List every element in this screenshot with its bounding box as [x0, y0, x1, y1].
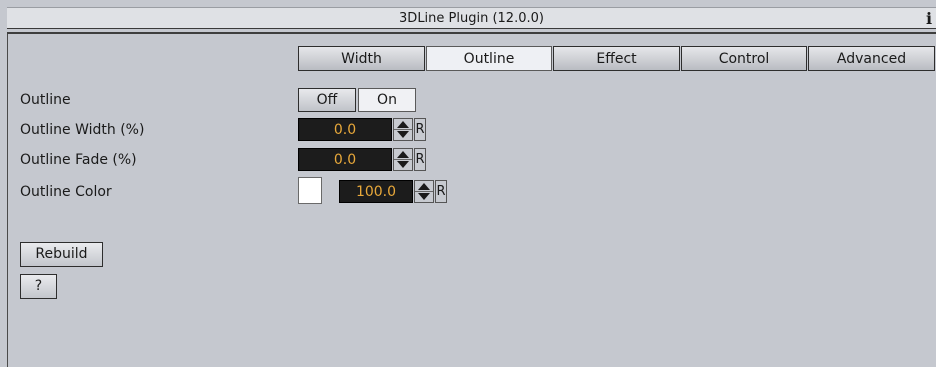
spin-up-icon[interactable]	[397, 121, 409, 128]
tab-effect[interactable]: Effect	[553, 46, 680, 71]
outline-fade-label: Outline Fade (%)	[20, 152, 137, 168]
tab-outline[interactable]: Outline	[426, 46, 552, 71]
plugin-panel: 3DLine Plugin (12.0.0) i Width Outline E…	[0, 0, 936, 367]
outline-color-swatch[interactable]	[298, 177, 322, 204]
outline-color-reset-button[interactable]: R	[435, 180, 447, 203]
outline-label: Outline	[20, 92, 71, 108]
tab-advanced[interactable]: Advanced	[808, 46, 935, 71]
outline-fade-spinner[interactable]	[393, 148, 413, 171]
spin-divider	[394, 159, 412, 160]
outline-fade-field[interactable]: 0.0	[298, 148, 392, 171]
spin-up-icon[interactable]	[418, 183, 430, 190]
spin-down-icon[interactable]	[397, 161, 409, 168]
outline-width-reset-button[interactable]: R	[414, 118, 426, 141]
spin-up-icon[interactable]	[397, 151, 409, 158]
spin-down-icon[interactable]	[397, 131, 409, 138]
outline-width-spinner[interactable]	[393, 118, 413, 141]
outline-width-label: Outline Width (%)	[20, 122, 145, 138]
title-bar: 3DLine Plugin (12.0.0) i	[7, 7, 936, 29]
panel-border	[7, 34, 8, 367]
tab-control[interactable]: Control	[681, 46, 807, 71]
outline-fade-reset-button[interactable]: R	[414, 148, 426, 171]
panel-title: 3DLine Plugin (12.0.0)	[399, 11, 544, 26]
tab-width[interactable]: Width	[298, 46, 425, 71]
divider	[7, 32, 936, 34]
outline-on-button[interactable]: On	[358, 88, 416, 112]
help-button[interactable]: ?	[20, 274, 57, 299]
spin-down-icon[interactable]	[418, 193, 430, 200]
outline-color-label: Outline Color	[20, 184, 112, 200]
spin-divider	[415, 191, 433, 192]
outline-width-field[interactable]: 0.0	[298, 118, 392, 141]
rebuild-button[interactable]: Rebuild	[20, 242, 103, 267]
outline-off-button[interactable]: Off	[298, 88, 356, 112]
info-icon[interactable]: i	[922, 8, 936, 29]
outline-color-alpha-field[interactable]: 100.0	[339, 180, 413, 203]
outline-color-alpha-spinner[interactable]	[414, 180, 434, 203]
spin-divider	[394, 129, 412, 130]
